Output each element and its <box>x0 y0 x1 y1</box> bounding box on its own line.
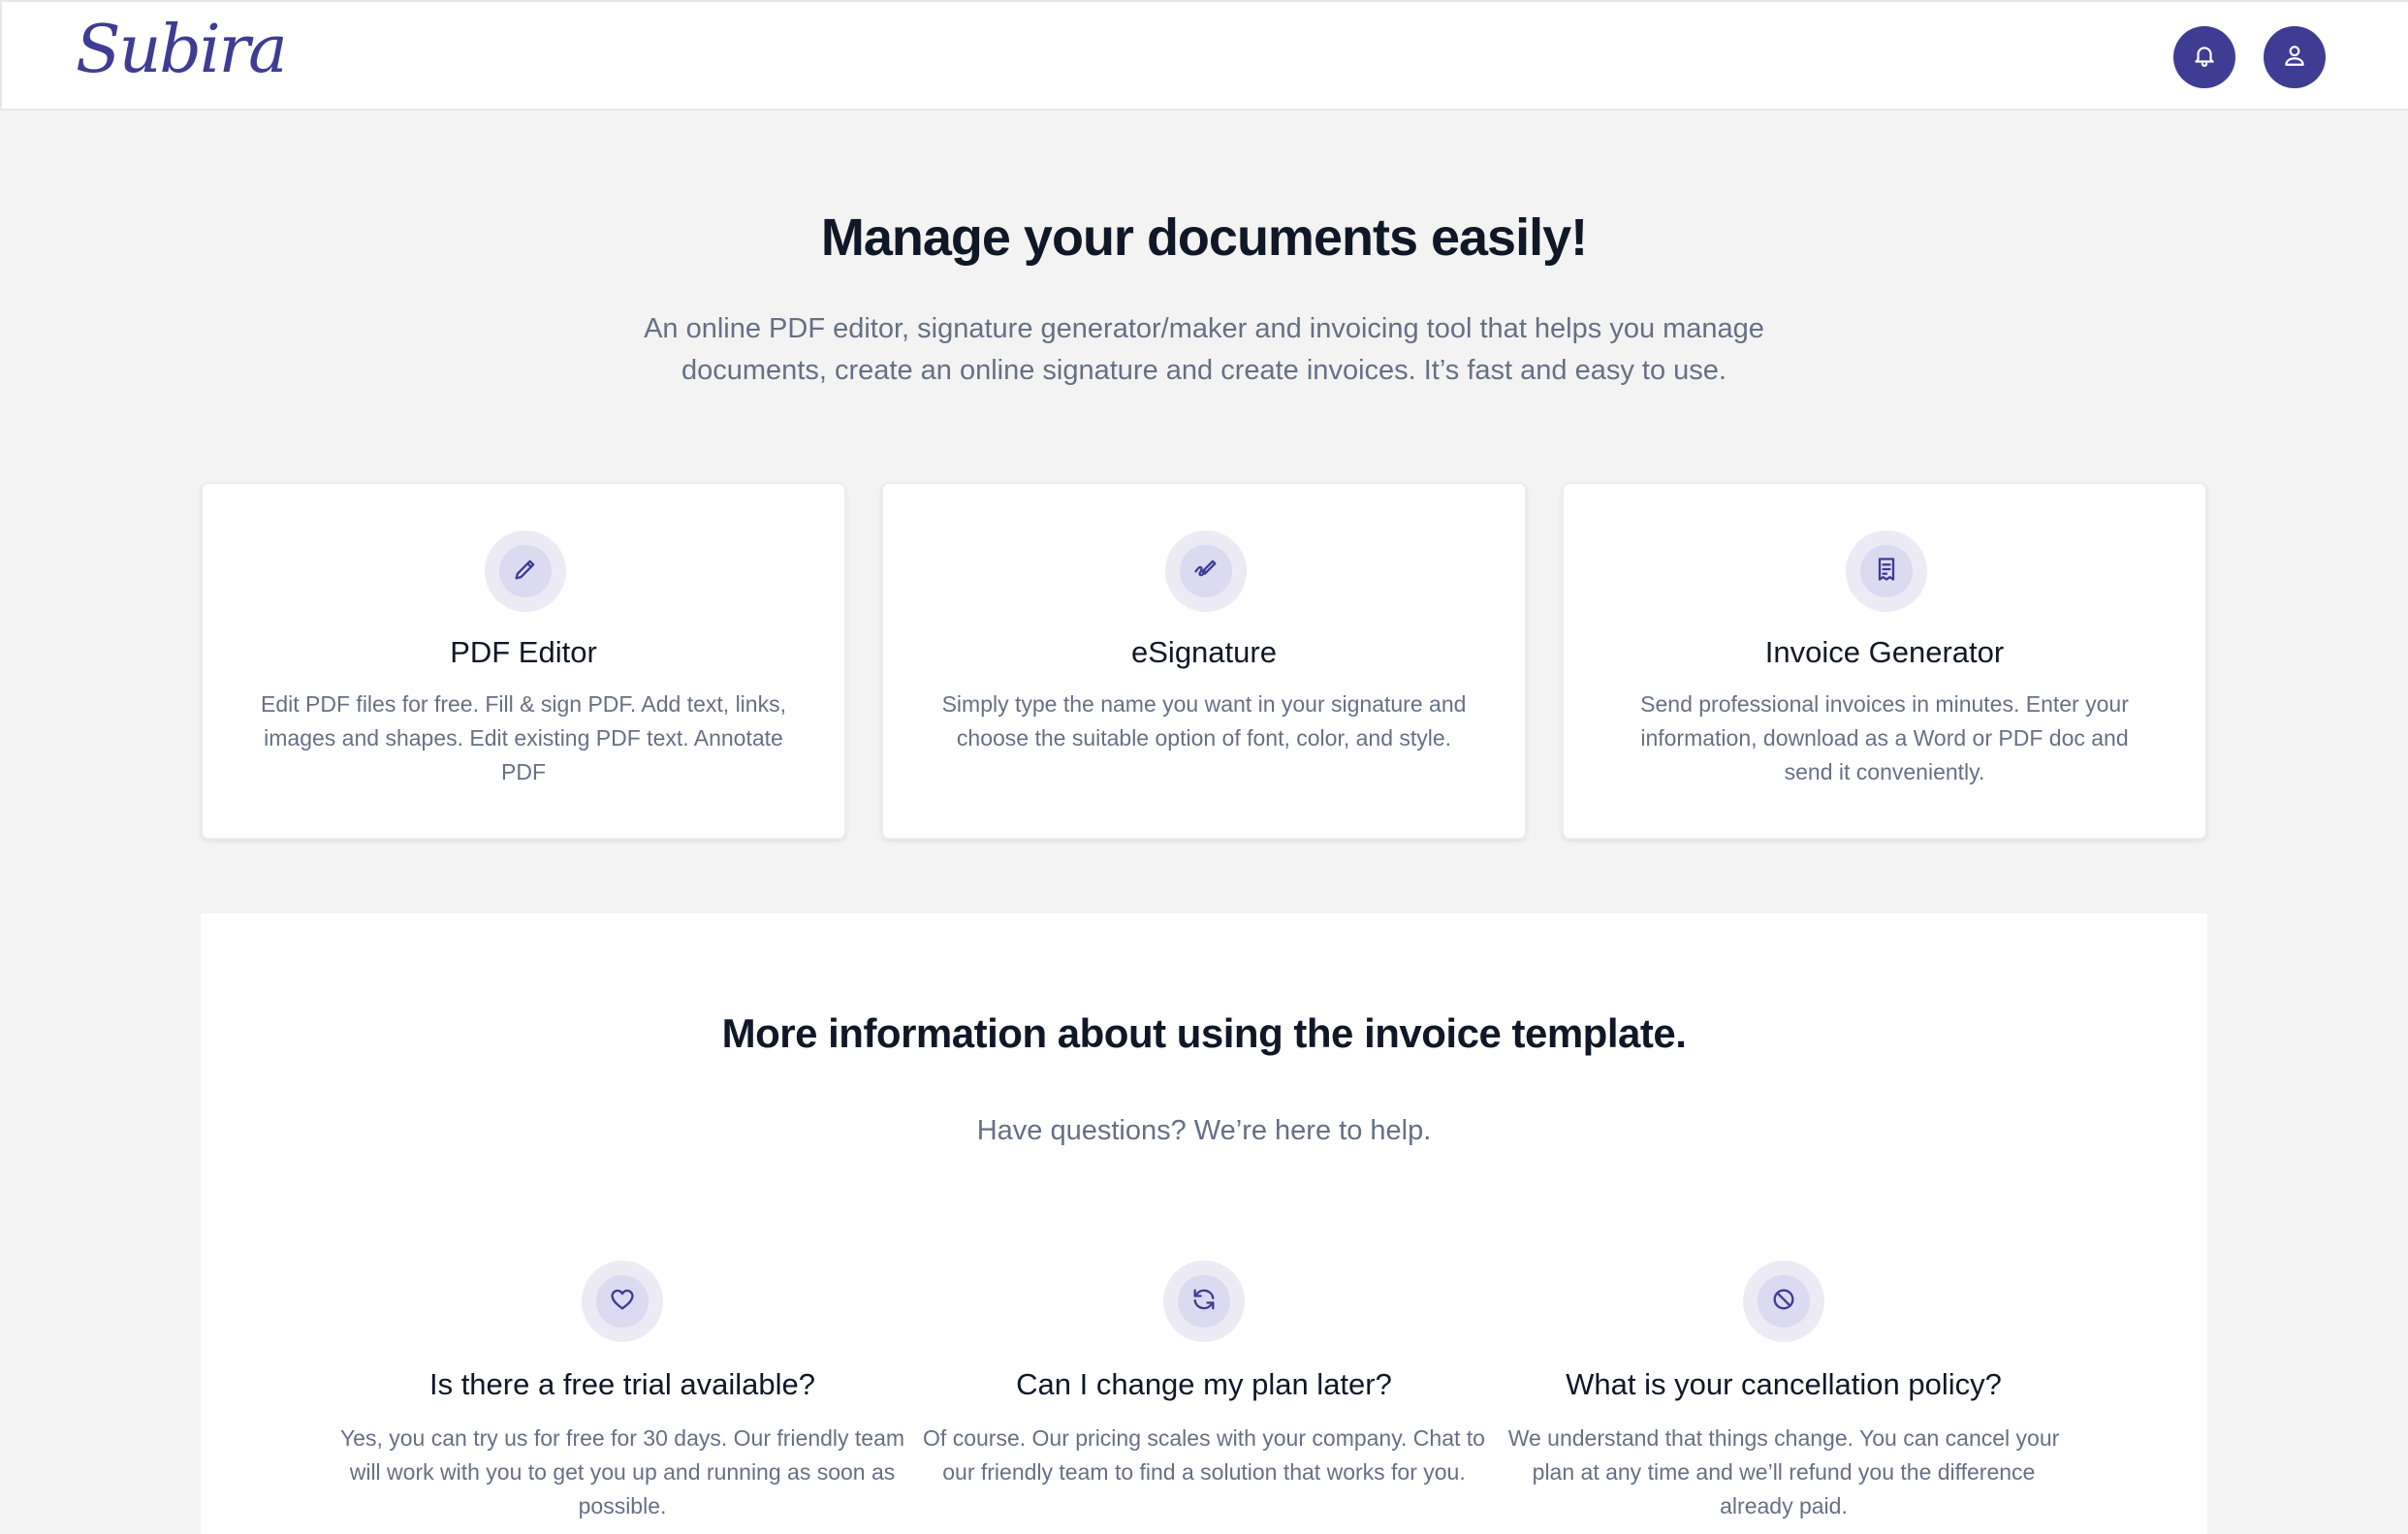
feature-title: eSignature <box>1131 635 1277 669</box>
logo[interactable]: Subira <box>76 12 288 88</box>
top-navbar: Subira <box>0 0 2408 111</box>
faq-question: Can I change my plan later? <box>1016 1367 1392 1401</box>
feature-description: Send professional invoices in minutes. E… <box>1640 691 2129 784</box>
info-title: More information about using the invoice… <box>721 1010 1687 1056</box>
page-title: Manage your documents easily! <box>820 208 1588 267</box>
user-icon <box>2282 43 2307 73</box>
feature-title: PDF Editor <box>450 635 597 669</box>
faq-answer: We understand that things change. You ca… <box>1507 1425 2060 1518</box>
profile-button[interactable] <box>2264 26 2326 88</box>
feature-title: Invoice Generator <box>1764 635 2005 669</box>
info-subtitle: Have questions? We’re here to help. <box>976 1115 1432 1146</box>
faq-icon-badge <box>1743 1261 1824 1342</box>
faq-question: What is your cancellation policy? <box>1566 1367 2002 1401</box>
refresh-icon <box>1190 1286 1218 1318</box>
page-subtitle: An online PDF editor, signature generato… <box>644 313 1764 386</box>
feature-card-esignature[interactable]: eSignature Simply type the name you want… <box>881 482 1527 840</box>
faq-icon-badge <box>582 1261 663 1342</box>
pencil-icon <box>512 556 539 588</box>
notifications-button[interactable] <box>2173 26 2235 88</box>
heart-icon <box>609 1286 636 1318</box>
info-section: More information about using the invoice… <box>201 913 2207 1534</box>
faq-question: Is there a free trial available? <box>428 1367 816 1401</box>
receipt-icon <box>1873 556 1900 588</box>
ban-icon <box>1770 1286 1797 1318</box>
feature-card-invoice-generator[interactable]: Invoice Generator Send professional invo… <box>1562 482 2207 840</box>
feature-card-pdf-editor[interactable]: PDF Editor Edit PDF files for free. Fill… <box>201 482 846 840</box>
faq-icon-badge <box>1163 1261 1245 1342</box>
feature-description: Edit PDF files for free. Fill & sign PDF… <box>261 691 786 784</box>
feature-icon-badge <box>485 530 566 612</box>
faq-answer: Yes, you can try us for free for 30 days… <box>339 1425 905 1518</box>
faq-answer: Of course. Our pricing scales with your … <box>923 1425 1485 1485</box>
bell-icon <box>2192 43 2217 73</box>
feature-description: Simply type the name you want in your si… <box>941 691 1467 751</box>
signature-icon <box>1192 556 1220 588</box>
feature-icon-badge <box>1846 530 1927 612</box>
feature-icon-badge <box>1165 530 1247 612</box>
